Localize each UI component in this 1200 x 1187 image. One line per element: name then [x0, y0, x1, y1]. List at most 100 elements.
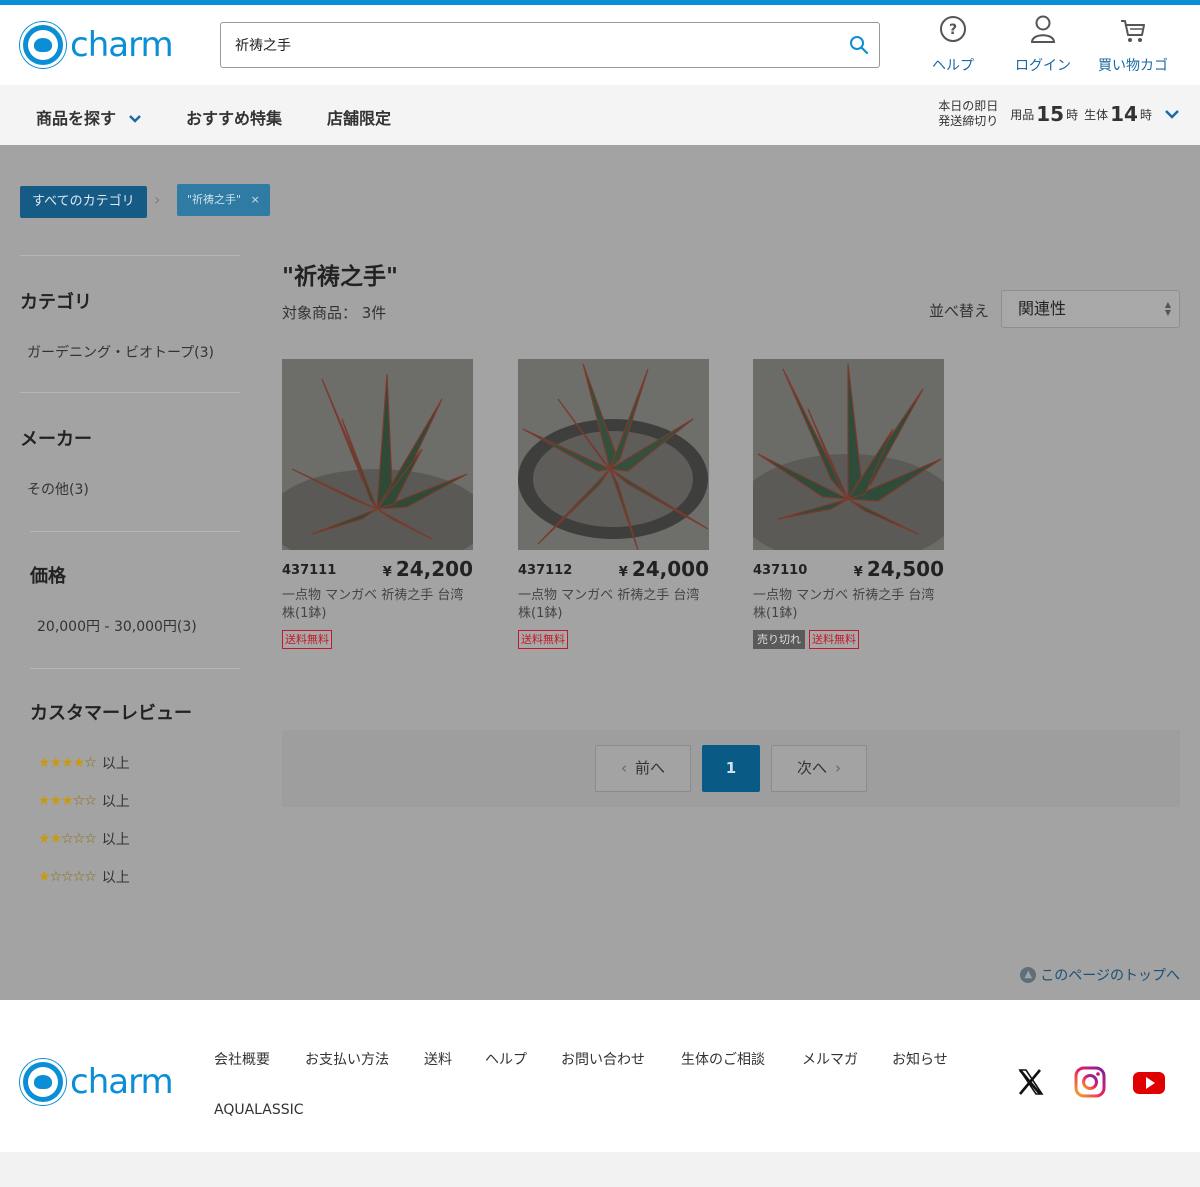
- footer-logo[interactable]: charm: [20, 1059, 174, 1105]
- price-filter-item[interactable]: 20,000円 - 30,000円(3): [37, 616, 240, 636]
- plant-image-icon: [282, 359, 473, 550]
- maker-heading: メーカー: [20, 429, 92, 450]
- product-name[interactable]: 一点物 マンガベ 祈祷之手 台湾株(1鉢): [753, 587, 938, 623]
- price-value: 24,200: [395, 557, 473, 581]
- product-price: ¥24,000: [619, 557, 709, 581]
- star-rating-icon: ★★★☆☆: [38, 793, 97, 809]
- shipping-cutoff[interactable]: 本日の即日 発送締切り 用品 15 時 生体 14 時: [938, 99, 1180, 129]
- featured-link[interactable]: おすすめ特集: [186, 105, 282, 129]
- chevron-down-icon: [128, 115, 141, 123]
- review-heading: カスタマーレビュー: [30, 703, 192, 724]
- divider: [20, 255, 240, 256]
- logo-text: charm: [70, 25, 174, 65]
- back-to-top-link[interactable]: ▲ このページのトップへ: [1020, 965, 1180, 985]
- goods-cutoff-label: 用品: [1010, 107, 1035, 122]
- cutoff-label: 本日の即日 発送締切り: [938, 99, 998, 129]
- review-filter-row[interactable]: ★☆☆☆☆ 以上: [38, 867, 240, 887]
- cutoff-label-line2: 発送締切り: [938, 114, 999, 128]
- cart-label: 買い物カゴ: [1098, 58, 1168, 74]
- free-shipping-badge: 送料無料: [518, 630, 568, 649]
- review-filter-label: 以上: [101, 870, 130, 886]
- price-heading: 価格: [30, 566, 66, 587]
- site-logo[interactable]: charm: [20, 22, 174, 68]
- product-tags: 送料無料: [282, 630, 332, 649]
- breadcrumb-query-label: "祈祷之手": [187, 193, 242, 206]
- remove-chip-icon[interactable]: ×: [251, 193, 260, 206]
- main-navbar: 商品を探す おすすめ特集 店舗限定 本日の即日 発送締切り 用品 15 時 生体…: [0, 85, 1200, 145]
- footer-link-help[interactable]: ヘルプ: [485, 1049, 527, 1069]
- plant-image-icon: [518, 359, 709, 550]
- footer-bottom-bar: [0, 1152, 1200, 1187]
- divider: [30, 531, 240, 532]
- results-count: 対象商品： 3件: [282, 304, 387, 322]
- product-name[interactable]: 一点物 マンガベ 祈祷之手 台湾株(1鉢): [518, 587, 703, 623]
- footer-link-aqualassic[interactable]: AQUALASSIC: [214, 1102, 304, 1118]
- prev-label: 前へ: [634, 759, 665, 777]
- site-footer: charm 会社概要 お支払い方法 送料 ヘルプ お問い合わせ 生体のご相談 メ…: [0, 1017, 1200, 1152]
- divider: [20, 392, 240, 393]
- next-page-button[interactable]: 次へ ›: [771, 745, 867, 792]
- search-input[interactable]: [221, 23, 821, 67]
- product-card[interactable]: 437110 ¥24,500 一点物 マンガベ 祈祷之手 台湾株(1鉢) 売り切…: [753, 359, 944, 649]
- footer-link-payment[interactable]: お支払い方法: [305, 1049, 389, 1069]
- product-image[interactable]: [753, 359, 944, 550]
- footer-link-live-consult[interactable]: 生体のご相談: [681, 1049, 765, 1069]
- category-heading: カテゴリ: [20, 292, 92, 313]
- footer-link-shipping[interactable]: 送料: [424, 1049, 452, 1069]
- footer-link-news[interactable]: お知らせ: [892, 1049, 948, 1069]
- x-icon[interactable]: [1014, 1065, 1048, 1099]
- help-link[interactable]: ? ヘルプ: [932, 13, 974, 75]
- product-image[interactable]: [518, 359, 709, 550]
- goods-cutoff-hour: 15: [1036, 102, 1065, 126]
- footer-link-contact[interactable]: お問い合わせ: [561, 1049, 645, 1069]
- back-to-top-label: このページのトップへ: [1040, 968, 1180, 984]
- category-filter-item[interactable]: ガーデニング・ビオトープ(3): [27, 342, 240, 362]
- star-rating-icon: ★★☆☆☆: [38, 831, 97, 847]
- footer-link-newsletter[interactable]: メルマガ: [802, 1049, 858, 1069]
- page-1-button[interactable]: 1: [702, 745, 760, 792]
- review-filter-row[interactable]: ★★★☆☆ 以上: [38, 791, 240, 811]
- store-limited-link[interactable]: 店舗限定: [327, 105, 391, 129]
- svg-text:?: ?: [949, 22, 957, 38]
- next-label: 次へ: [796, 759, 827, 777]
- logo-mark-icon: [20, 1059, 66, 1105]
- youtube-icon[interactable]: [1132, 1065, 1166, 1099]
- product-code: 437111: [282, 563, 337, 578]
- sort-select[interactable]: 関連性 ▲ ▼: [1001, 290, 1180, 328]
- product-name[interactable]: 一点物 マンガベ 祈祷之手 台湾株(1鉢): [282, 587, 467, 623]
- product-card[interactable]: 437111 ¥24,200 一点物 マンガベ 祈祷之手 台湾株(1鉢) 送料無…: [282, 359, 473, 649]
- currency-symbol: ¥: [382, 565, 392, 580]
- star-rating-icon: ★★★★☆: [38, 755, 97, 771]
- breadcrumb-all-categories[interactable]: すべてのカテゴリ: [20, 186, 147, 218]
- cart-link[interactable]: 買い物カゴ: [1098, 13, 1168, 75]
- prev-page-button[interactable]: ‹ 前へ: [595, 745, 691, 792]
- star-rating-icon: ★☆☆☆☆: [38, 869, 97, 885]
- product-code: 437110: [753, 563, 808, 578]
- login-link[interactable]: ログイン: [1015, 13, 1071, 75]
- search-icon[interactable]: [849, 35, 869, 55]
- live-hour-suffix: 時: [1139, 107, 1152, 122]
- search-box: [220, 22, 880, 68]
- price-value: 24,500: [866, 557, 944, 581]
- review-filter-row[interactable]: ★★☆☆☆ 以上: [38, 829, 240, 849]
- review-filter-row[interactable]: ★★★★☆ 以上: [38, 753, 240, 773]
- chevron-left-icon: ‹: [620, 759, 627, 777]
- free-shipping-badge: 送料無料: [809, 630, 859, 649]
- instagram-icon[interactable]: [1073, 1065, 1107, 1099]
- browse-products-menu[interactable]: 商品を探す: [36, 105, 142, 129]
- sort-label: 並べ替え: [929, 302, 990, 320]
- sold-out-badge: 売り切れ: [753, 630, 805, 649]
- arrow-up-icon: ▲: [1020, 967, 1037, 983]
- breadcrumb-separator-icon: ›: [154, 190, 161, 209]
- footer-link-company[interactable]: 会社概要: [214, 1049, 270, 1069]
- free-shipping-badge: 送料無料: [282, 630, 332, 649]
- currency-symbol: ¥: [618, 565, 628, 580]
- live-cutoff-hour: 14: [1110, 102, 1138, 126]
- maker-filter-item[interactable]: その他(3): [27, 479, 240, 499]
- main-content: すべてのカテゴリ › "祈祷之手" × カテゴリ ガーデニング・ビオトープ(3)…: [0, 145, 1200, 1000]
- breadcrumb-query-chip[interactable]: "祈祷之手" ×: [177, 184, 270, 216]
- product-card[interactable]: 437112 ¥24,000 一点物 マンガベ 祈祷之手 台湾株(1鉢) 送料無…: [518, 359, 709, 649]
- help-label: ヘルプ: [932, 58, 974, 74]
- goods-hour-suffix: 時: [1066, 107, 1079, 122]
- product-image[interactable]: [282, 359, 473, 550]
